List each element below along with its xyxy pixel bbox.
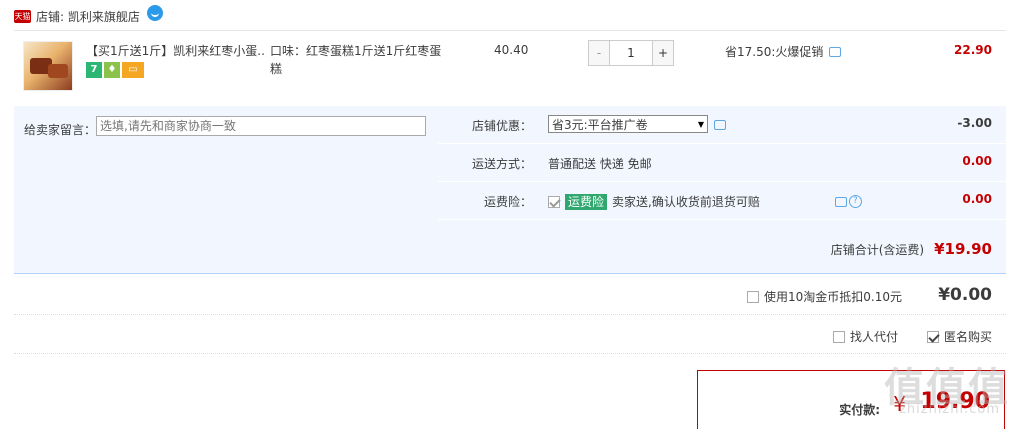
shipping-row: 运送方式： 普通配送 快递 免邮 0.00 (438, 144, 1006, 182)
coin-value: ¥0.00 (938, 285, 992, 305)
insurance-amount: 0.00 (962, 192, 992, 206)
coupon-info-icon[interactable] (714, 120, 726, 130)
site-watermark-url: zhizhizhi.com (899, 402, 1000, 417)
insurance-checkbox[interactable] (548, 195, 560, 208)
message-label: 给卖家留言： (24, 123, 97, 137)
credit-card-icon[interactable]: ▭ (122, 62, 144, 78)
coupon-label: 店铺优惠： (471, 119, 532, 133)
unit-price: 40.40 (494, 43, 529, 57)
coin-deduction-row: 使用10淘金币抵扣0.10元 ¥0.00 (14, 275, 1006, 315)
cart-item-row: 【买1斤送1斤】凯利来红枣小蛋... 7 ♦ ▭ 口味：红枣蛋糕1斤送1斤红枣蛋… (14, 30, 1006, 106)
order-options-panel: 给卖家留言： 店铺优惠： 省3元:平台推广卷 ▼ -3.00 运送方式： 普通配… (14, 106, 1006, 274)
wangwang-chat-icon[interactable] (146, 5, 163, 21)
insurance-text: 卖家送,确认收货前退货可赔 (612, 195, 760, 209)
product-title[interactable]: 【买1斤送1斤】凯利来红枣小蛋... (86, 42, 266, 59)
service-badges: 7 ♦ ▭ (86, 62, 144, 78)
help-icon[interactable]: ? (848, 195, 862, 208)
shop-total-label: 店铺合计(含运费) (830, 243, 925, 257)
guarantee-shield-icon[interactable]: ♦ (104, 62, 120, 78)
insurance-row: 运费险： 运费险 卖家送,确认收货前退货可赔 ? 0.00 (438, 182, 1006, 220)
coupon-value: 省3元:平台推广卷 ▼ (548, 115, 726, 133)
product-sku: 口味：红枣蛋糕1斤送1斤红枣蛋糕 (270, 44, 442, 76)
shop-name[interactable]: 店铺: 凯利来旗舰店 (36, 8, 140, 25)
insurance-chat-icon[interactable] (834, 196, 847, 207)
coupon-selected: 省3元:平台推广卷 (552, 117, 648, 132)
shop-total-value: ¥19.90 (934, 240, 992, 258)
shop-header: 天猫 店铺: 凯利来旗舰店 (14, 5, 163, 26)
insurance-value: 运费险 卖家送,确认收货前退货可赔 ? (548, 193, 862, 210)
promotion-text: 省17.50:火爆促销 (725, 45, 824, 59)
decrease-quantity-button[interactable]: - (589, 41, 609, 65)
quantity-stepper: - + (588, 40, 674, 66)
proxy-pay-label: 找人代付 (849, 330, 898, 344)
proxy-pay-checkbox[interactable] (832, 330, 845, 343)
item-subtotal: 22.90 (954, 43, 992, 57)
shop-total: 店铺合计(含运费) ¥19.90 (831, 240, 992, 258)
seller-message-input[interactable] (96, 116, 426, 136)
promo-detail-chat-icon[interactable] (829, 46, 842, 57)
anonymous-buy-label: 匿名购买 (943, 330, 992, 344)
coin-label: 使用10淘金币抵扣0.10元 (764, 290, 902, 304)
shipping-label: 运送方式： (471, 157, 532, 171)
insurance-tag: 运费险 (565, 193, 608, 210)
coupon-amount: -3.00 (957, 116, 992, 130)
tmall-badge: 天猫 (14, 9, 31, 23)
shipping-amount: 0.00 (962, 154, 992, 168)
anonymous-buy-checkbox[interactable] (926, 330, 939, 343)
seven-day-return-icon[interactable]: 7 (86, 62, 102, 78)
proxy-pay-option[interactable]: 找人代付 (832, 328, 898, 345)
product-thumbnail[interactable] (23, 41, 73, 91)
coupon-row: 店铺优惠： 省3元:平台推广卷 ▼ -3.00 (438, 106, 1006, 144)
dropdown-arrow-icon: ▼ (697, 119, 704, 129)
anonymous-buy-option[interactable]: 匿名购买 (926, 328, 992, 345)
coin-option[interactable]: 使用10淘金币抵扣0.10元 (747, 288, 902, 305)
increase-quantity-button[interactable]: + (653, 41, 673, 65)
quantity-input[interactable] (609, 41, 653, 65)
payment-label: 实付款: (839, 403, 880, 417)
insurance-label: 运费险： (483, 195, 532, 209)
promotion-info: 省17.50:火爆促销 (725, 43, 842, 60)
extra-options-row: 找人代付 匿名购买 (14, 316, 1006, 354)
shipping-value: 普通配送 快递 免邮 (548, 157, 652, 171)
coin-checkbox[interactable] (747, 290, 759, 303)
coupon-select[interactable]: 省3元:平台推广卷 ▼ (548, 115, 708, 133)
